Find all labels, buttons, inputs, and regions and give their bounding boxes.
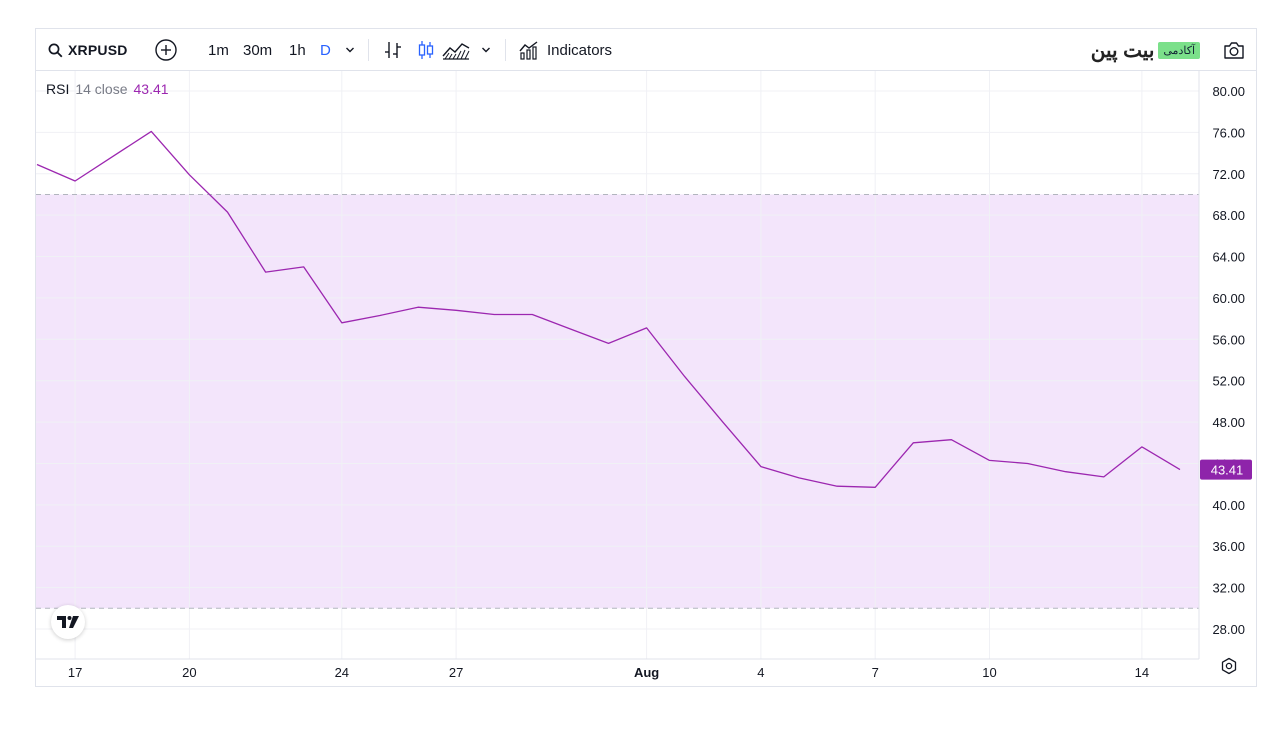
x-tick-label: 27 xyxy=(449,665,463,680)
settings-button[interactable] xyxy=(1220,657,1238,680)
settings-icon xyxy=(1221,657,1237,675)
x-tick-label: 17 xyxy=(68,665,82,680)
y-tick-label: 40.00 xyxy=(1212,498,1245,513)
x-tick-label: 20 xyxy=(182,665,196,680)
y-tick-label: 68.00 xyxy=(1212,208,1245,223)
y-tick-label: 76.00 xyxy=(1212,125,1245,140)
x-tick-label: 14 xyxy=(1135,665,1149,680)
y-tick-label: 80.00 xyxy=(1212,84,1245,99)
x-tick-label: 10 xyxy=(982,665,996,680)
y-tick-label: 36.00 xyxy=(1212,539,1245,554)
legend-params: 14 close xyxy=(75,81,128,97)
x-tick-label: 24 xyxy=(335,665,349,680)
legend-value: 43.41 xyxy=(133,81,169,97)
tradingview-logo[interactable] xyxy=(51,605,85,639)
y-tick-label: 64.00 xyxy=(1212,250,1245,265)
y-tick-label: 56.00 xyxy=(1212,332,1245,347)
chart-widget: XRPUSD 1m 30m 1h D Indicators بیت پین آک… xyxy=(35,28,1257,687)
last-value-label: 43.41 xyxy=(1211,463,1244,478)
x-tick-label: 4 xyxy=(757,665,764,680)
y-tick-label: 32.00 xyxy=(1212,581,1245,596)
y-tick-label: 28.00 xyxy=(1212,622,1245,637)
tradingview-logo-icon xyxy=(57,616,79,628)
legend-indicator-name: RSI xyxy=(46,81,70,97)
x-tick-label: 7 xyxy=(872,665,879,680)
x-tick-label: Aug xyxy=(634,665,659,680)
y-tick-label: 72.00 xyxy=(1212,167,1245,182)
y-tick-label: 60.00 xyxy=(1212,291,1245,306)
y-tick-label: 52.00 xyxy=(1212,374,1245,389)
indicator-legend[interactable]: RSI 14 close 43.41 xyxy=(46,81,169,97)
y-tick-label: 48.00 xyxy=(1212,415,1245,430)
rsi-chart[interactable]: 80.00 76.00 72.00 68.00 64.00 60.00 56.00 52.00… xyxy=(36,29,1256,686)
